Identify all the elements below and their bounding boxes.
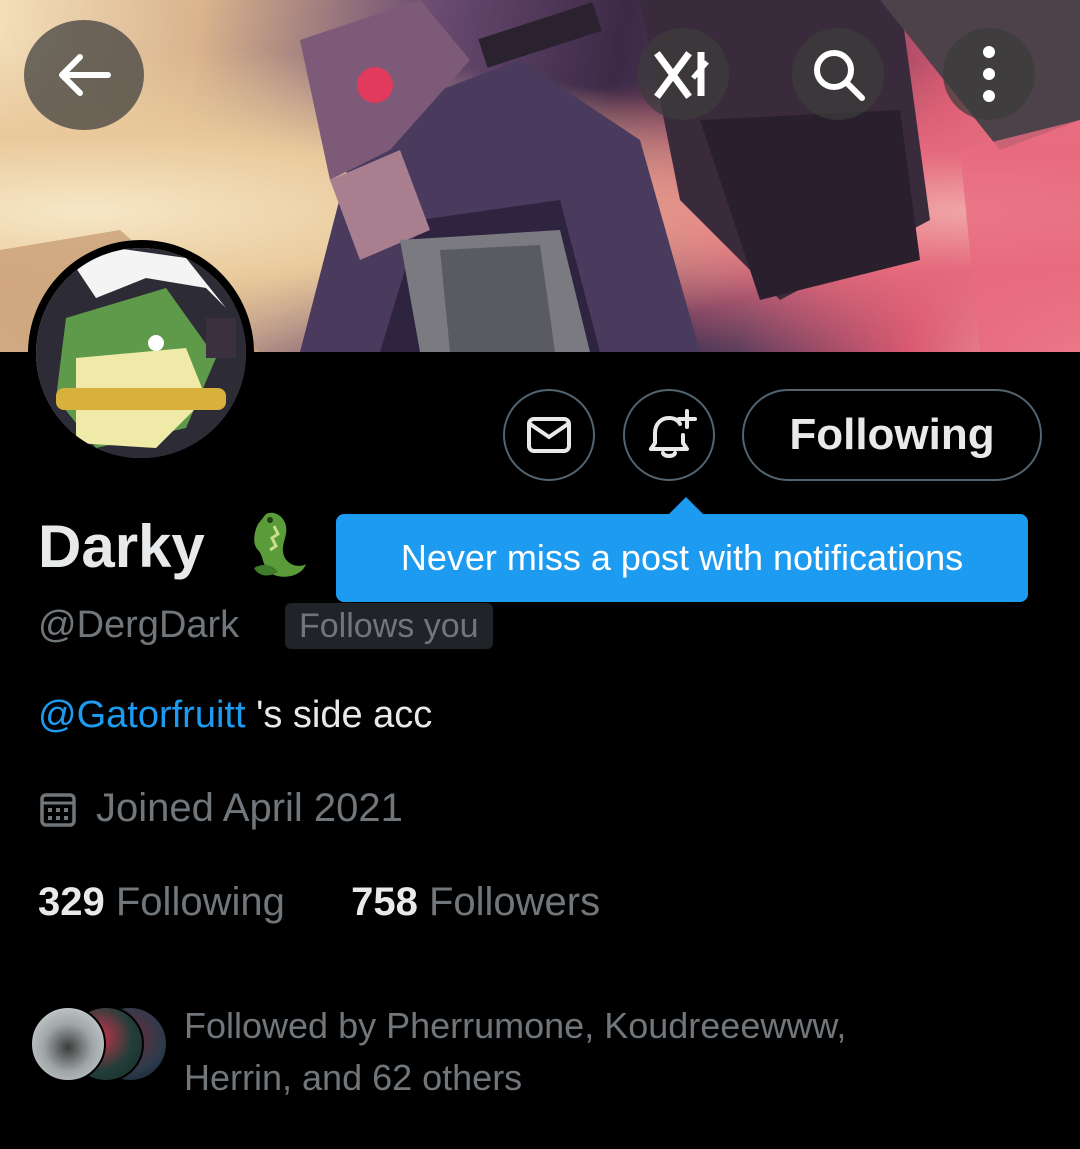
more-vertical-icon [983,46,995,102]
grok-icon [654,51,709,99]
grok-button[interactable] [637,28,729,120]
follower-avatar [30,1006,106,1082]
joined-date: Joined April 2021 [38,786,403,831]
followed-by-line: Herrin, and 62 others [184,1057,523,1098]
profile-avatar[interactable] [28,240,254,466]
back-button[interactable] [24,20,144,130]
notifications-button[interactable] [623,389,715,481]
following-stat[interactable]: 329 Following [38,880,285,924]
following-button[interactable]: Following [742,389,1042,481]
following-count: 329 [38,880,105,924]
arrow-left-icon [59,54,111,96]
followed-by-text[interactable]: Followed by Pherrumone, Koudreeewww, Her… [184,1000,984,1104]
notifications-tooltip[interactable]: Never miss a post with notifications [336,514,1028,602]
bio-text: 's side acc [245,694,433,736]
display-name: Darky [38,513,205,580]
following-label: Following [115,880,285,924]
avatar-artwork [36,248,246,458]
message-button[interactable] [503,389,595,481]
followers-label: Followers [428,880,601,924]
follow-stats: 329 Following 758 Followers [38,880,600,925]
bell-plus-icon [649,409,697,458]
profile-bio: @Gatorfruitt 's side acc [38,694,432,737]
crocodile-emoji [254,512,306,577]
followed-by-line: Followed by Pherrumone, Koudreeewww, [184,1005,847,1046]
bio-mention-link[interactable]: @Gatorfruitt [38,694,246,736]
profile-handle: @DergDark [38,604,240,646]
joined-text: Joined April 2021 [96,786,403,830]
more-button[interactable] [943,28,1035,120]
followers-count: 758 [351,880,418,924]
followers-stat[interactable]: 758 Followers [351,880,600,924]
envelope-icon [527,417,571,453]
tooltip-arrow [668,497,704,515]
follows-you-badge: Follows you [285,603,493,649]
search-icon [814,50,865,101]
calendar-icon [40,792,76,827]
avatar-image [36,248,246,458]
search-button[interactable] [792,28,884,120]
